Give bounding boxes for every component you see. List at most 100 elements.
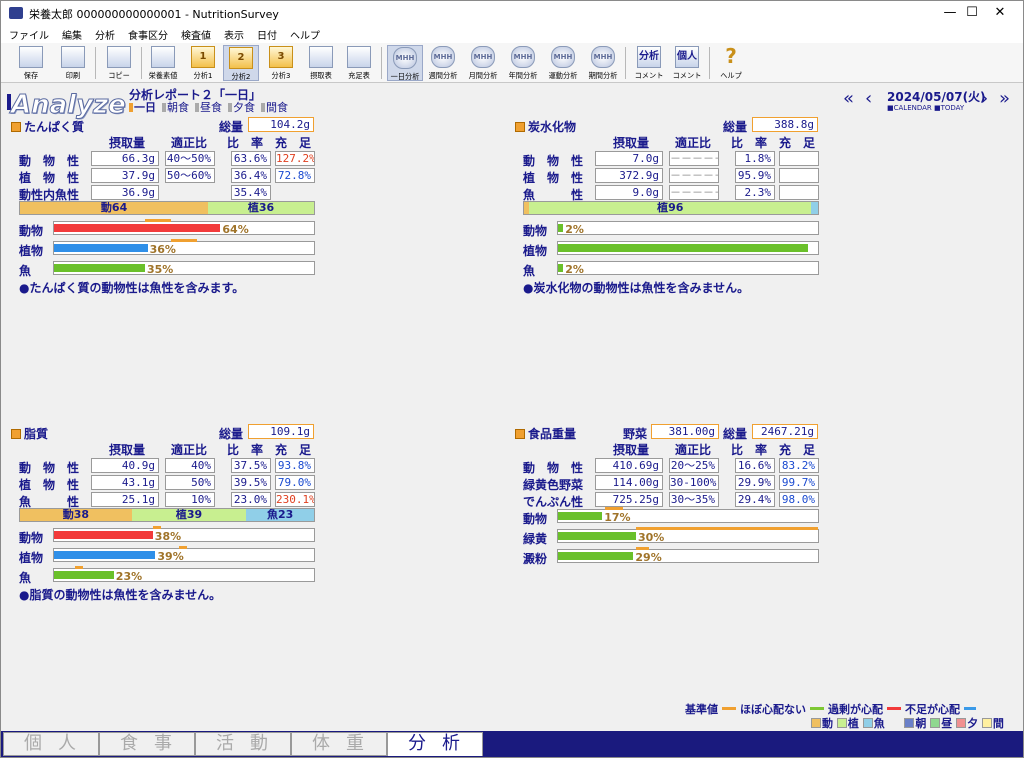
carb-bar-label: 植物: [523, 244, 548, 258]
app-window: 栄養太郎 000000000000001 - NutritionSurvey —…: [0, 0, 1024, 758]
carb-bar-percent: 2%: [565, 263, 584, 276]
tab-weight[interactable]: 体重: [291, 732, 387, 756]
fat-row-intake: 43.1g: [91, 475, 159, 490]
legend-under2-line: [964, 707, 976, 710]
menu-edit[interactable]: 編集: [54, 25, 87, 42]
food-bar-fill: [558, 552, 634, 560]
carb-row-fill: [779, 185, 819, 200]
panel-marker-icon: [11, 122, 21, 132]
food-bar-reference: [604, 507, 623, 510]
menu-date[interactable]: 日付: [249, 25, 282, 42]
protein-row-ratio: 40〜50%: [165, 151, 215, 166]
analyze-logo: Analyze: [11, 90, 127, 121]
menu-analyze[interactable]: 分析: [87, 25, 120, 42]
protein-bar-fill: [54, 264, 145, 272]
analysis-comment-button[interactable]: 分析 コメント: [631, 45, 667, 81]
nutrient-values-button[interactable]: 栄養素値: [145, 45, 181, 81]
print-icon: [61, 46, 85, 68]
menu-meal-type[interactable]: 食事区分: [120, 25, 173, 42]
last-date-button[interactable]: »: [999, 88, 1010, 110]
legend-under-line: [887, 707, 901, 710]
rate-header: 比 率: [731, 136, 768, 150]
protein-bar: 35%: [53, 261, 315, 276]
copy-button[interactable]: コピー: [101, 45, 137, 81]
protein-bar-fill: [54, 244, 148, 252]
food-row-label: 動 物 性: [523, 461, 584, 475]
fat-bar-reference: [178, 546, 187, 549]
analysis-2-button[interactable]: 2 分析2: [223, 45, 259, 81]
ratio-header: 適正比: [675, 136, 712, 150]
food-row-label: 緑黄色野菜: [523, 478, 584, 492]
menu-help[interactable]: ヘルプ: [282, 25, 325, 42]
fat-row-rate: 23.0%: [231, 492, 271, 507]
fat-bar-percent: 39%: [157, 550, 184, 563]
current-date[interactable]: 2024/05/07(火): [887, 88, 986, 105]
fat-stack-segment: 植39: [131, 509, 247, 521]
fat-row-fill: 93.8%: [275, 458, 315, 473]
first-date-button[interactable]: «: [843, 88, 854, 110]
fill-header: 充 足: [275, 136, 312, 150]
carb-row-intake: 7.0g: [595, 151, 663, 166]
intake-table-button[interactable]: 摂取表: [303, 45, 339, 81]
carb-row-ratio: －－－－－－: [669, 168, 719, 183]
yearly-analysis-button[interactable]: MHH 年間分析: [505, 45, 541, 81]
carb-title: 炭水化物: [515, 118, 576, 135]
calendar-today-links[interactable]: ■CALENDAR ■TODAY: [887, 104, 964, 112]
rate-header: 比 率: [227, 443, 264, 457]
tab-personal[interactable]: 個人: [3, 732, 99, 756]
protein-bar-percent: 36%: [149, 243, 176, 256]
marker-icon: [195, 103, 199, 112]
meal-filter-lunch[interactable]: 昼食: [195, 101, 222, 114]
menu-file[interactable]: ファイル: [1, 25, 54, 42]
carb-row-label: 動 物 性: [523, 154, 584, 168]
analysis-3-button[interactable]: 3 分析3: [263, 45, 299, 81]
close-button[interactable]: ✕: [977, 1, 1023, 25]
analysis-1-button[interactable]: 1 分析1: [185, 45, 221, 81]
legend-ok-line: [722, 707, 736, 710]
food-bar: 17%: [557, 507, 819, 524]
ratio-header: 適正比: [171, 443, 208, 457]
daily-analysis-button[interactable]: MHH 一日分析: [387, 45, 423, 81]
tab-analysis[interactable]: 分析: [387, 732, 483, 756]
meal-filter-day[interactable]: 一日: [129, 101, 156, 114]
food-row-fill: 99.7%: [779, 475, 819, 490]
protein-row-label: 植 物 性: [19, 171, 80, 185]
carb-total-value: 388.8g: [752, 117, 818, 132]
fat-row-intake: 25.1g: [91, 492, 159, 507]
protein-bar-reference: [171, 239, 197, 242]
meal-filter-snack[interactable]: 間食: [261, 101, 288, 114]
fat-bar-label: 植物: [19, 551, 44, 565]
personal-comment-button[interactable]: 個人 コメント: [669, 45, 705, 81]
protein-bar-percent: 64%: [222, 223, 249, 236]
panel-marker-icon: [515, 122, 525, 132]
carb-stack-segment: [811, 202, 818, 214]
carb-total-label: 総量: [723, 120, 748, 134]
fat-panel: 脂質 総量 109.1g 摂取量 適正比 比 率充 足動 物 性 40.9g 40% 37.5%…: [11, 424, 315, 605]
period-analysis-button[interactable]: MHH 期間分析: [585, 45, 621, 81]
menu-view[interactable]: 表示: [216, 25, 249, 42]
sufficiency-table-button[interactable]: 充足表: [341, 45, 377, 81]
food-row-ratio: 30〜35%: [669, 492, 719, 507]
save-button[interactable]: 保存: [13, 45, 49, 81]
tab-meal[interactable]: 食事: [99, 732, 195, 756]
mhh-icon: MHH: [591, 46, 615, 68]
prev-date-button[interactable]: ‹: [865, 88, 872, 110]
exercise-analysis-button[interactable]: MHH 運動分析: [545, 45, 581, 81]
personal-comment-icon: 個人: [675, 46, 699, 68]
print-button[interactable]: 印刷: [55, 45, 91, 81]
weekly-analysis-button[interactable]: MHH 週間分析: [425, 45, 461, 81]
monthly-analysis-button[interactable]: MHH 月間分析: [465, 45, 501, 81]
meal-filter-dinner[interactable]: 夕食: [228, 101, 255, 114]
protein-bar-label: 動物: [19, 224, 44, 238]
menu-lab-values[interactable]: 検査値: [173, 25, 216, 42]
carb-panel: 炭水化物 総量 388.8g 摂取量 適正比 比 率充 足動 物 性 7.0g －－－－－－ 1…: [515, 117, 819, 298]
protein-panel: たんぱく質 総量 104.2g 摂取量 適正比 比 率充 足動 物 性 66.3g 40〜50…: [11, 117, 315, 298]
fat-title: 脂質: [11, 425, 48, 442]
carb-row-rate: 95.9%: [735, 168, 775, 183]
help-button[interactable]: ? ヘルプ: [713, 45, 749, 81]
marker-icon: [228, 103, 232, 112]
meal-filter-breakfast[interactable]: 朝食: [162, 101, 189, 114]
next-date-button[interactable]: ›: [981, 88, 988, 110]
fat-row-ratio: 10%: [165, 492, 215, 507]
tab-activity[interactable]: 活動: [195, 732, 291, 756]
